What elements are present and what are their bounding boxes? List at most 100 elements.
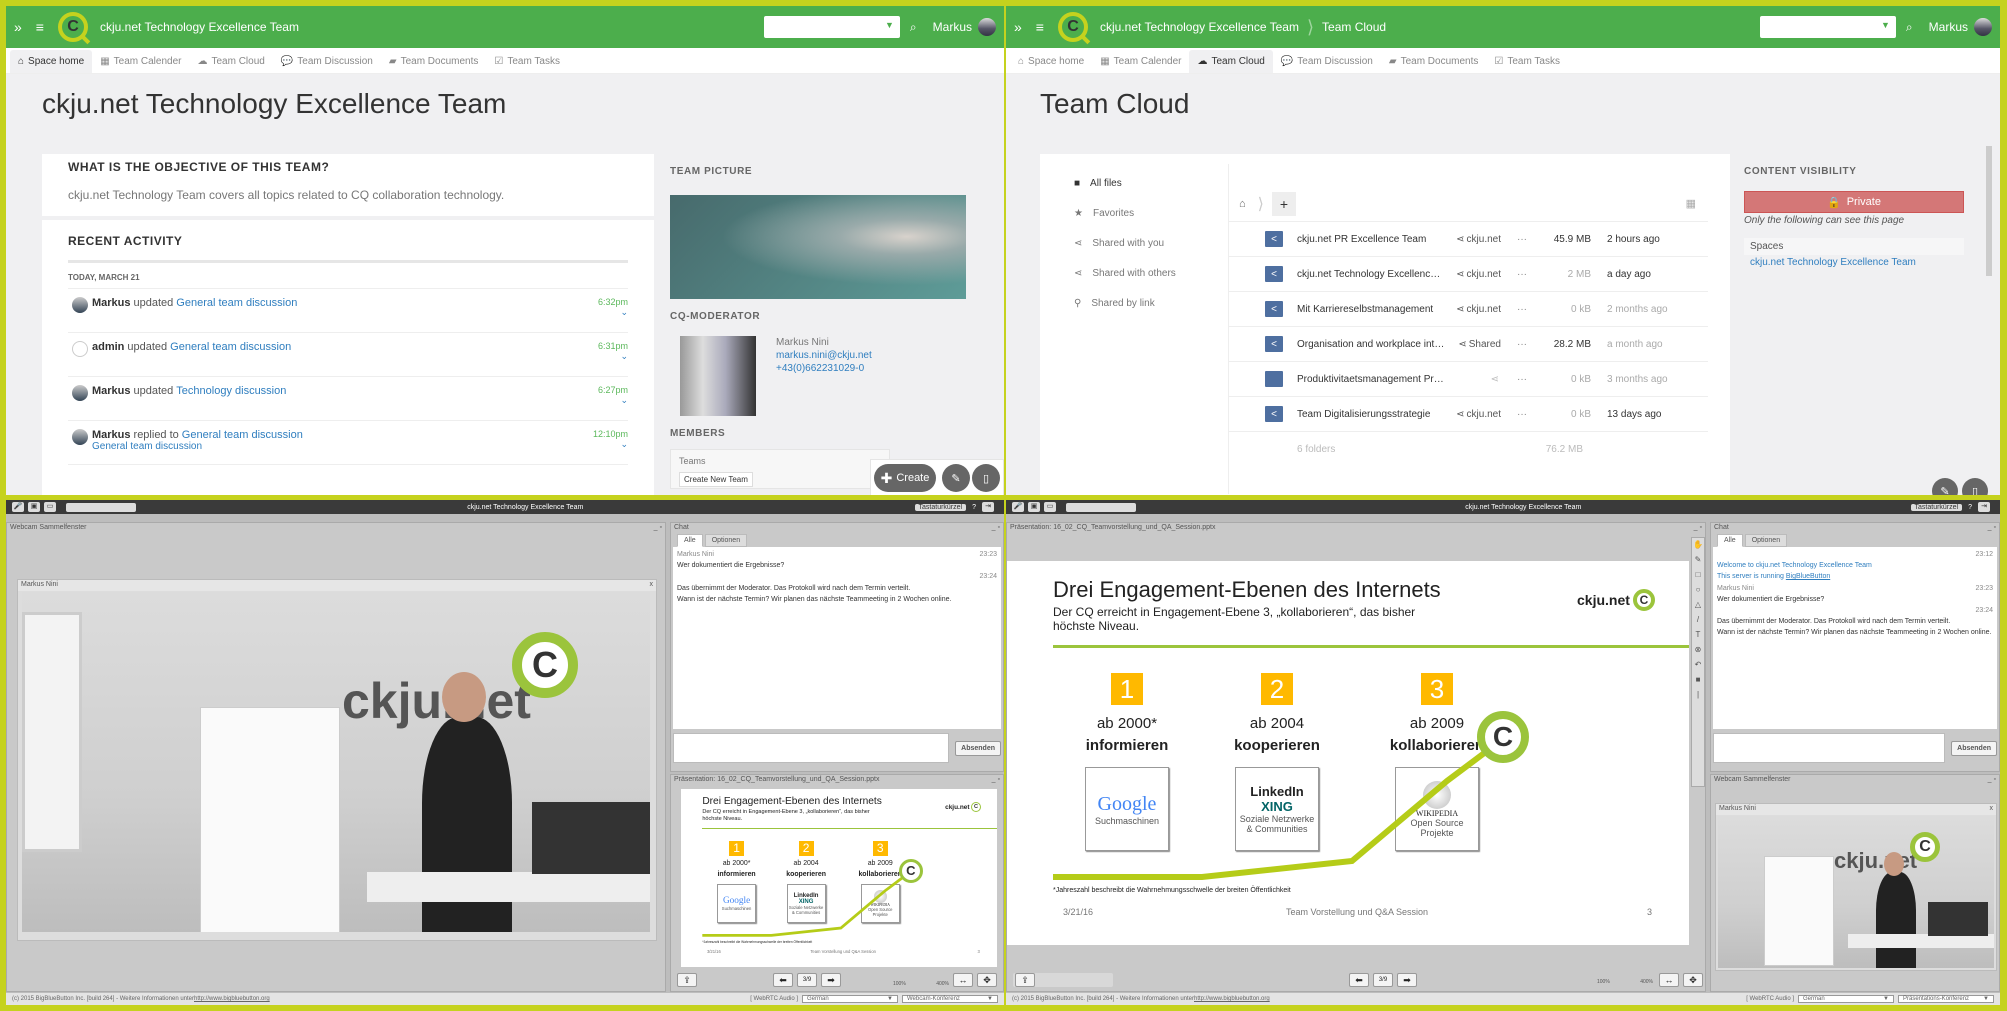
file-name[interactable]: ckju.net PR Excellence Team [1297, 234, 1445, 245]
new-page-button[interactable]: ▯ [1962, 478, 1988, 495]
more-actions-icon[interactable]: ··· [1501, 234, 1543, 245]
page-indicator[interactable]: 3/9 [797, 973, 817, 987]
share-button[interactable]: ⋖ ckju.net [1445, 234, 1501, 245]
file-row[interactable]: < ckju.net Technology Excellence Team⋖ckj… [1229, 257, 1708, 292]
shortcuts-button[interactable]: Tastaturkürzel [1910, 503, 1963, 511]
rectangle-tool-icon[interactable]: □ [1696, 570, 1701, 579]
tab-space-home[interactable]: ⌂ Space home [1010, 50, 1092, 73]
prev-slide-button[interactable]: ⬅ [1349, 973, 1369, 987]
file-row[interactable]: < Organisation and workplace interventi..… [1229, 327, 1708, 362]
logout-icon[interactable]: ⇥ [1978, 502, 1990, 512]
share-button[interactable]: ⋖ ckju.net [1445, 304, 1501, 315]
activity-user[interactable]: admin [92, 341, 124, 353]
webcam-icon[interactable]: ▣ [28, 502, 40, 512]
file-name[interactable]: Produktivitaetsmanagement Produktion [1297, 374, 1445, 385]
nav-shared-with-others[interactable]: ⋖ Shared with others [1074, 258, 1254, 288]
cq-logo[interactable]: C [1057, 12, 1088, 42]
line-tool-icon[interactable]: / [1697, 615, 1699, 624]
file-name[interactable]: Mit Karriereselbstmanagement [1297, 304, 1445, 315]
layout-select[interactable]: Präsentations-Konferenz ▼ [1898, 995, 1994, 1003]
logout-icon[interactable]: ⇥ [982, 502, 994, 512]
edit-button[interactable]: ✎ [942, 464, 970, 492]
create-button[interactable]: ✚ Create [874, 464, 936, 492]
tab-optionen[interactable]: Optionen [704, 534, 748, 547]
microphone-icon[interactable]: 🎤 [12, 502, 24, 512]
shortcuts-button[interactable]: Tastaturkürzel [914, 503, 967, 511]
expand-chevron-icon[interactable]: ⌄ [588, 351, 628, 362]
language-select[interactable]: German ▼ [802, 995, 898, 1003]
create-new-team-button[interactable]: Create New Team [679, 472, 753, 487]
tab-team-cloud[interactable]: ☁ Team Cloud [1189, 50, 1273, 73]
clear-tool-icon[interactable]: ⊗ [1695, 645, 1702, 654]
file-name[interactable]: Team Digitalisierungsstrategie [1297, 409, 1445, 420]
file-row[interactable]: < Team Digitalisierungsstrategie ⋖ ckju.net… [1229, 397, 1708, 432]
thickness-slider[interactable]: | [1697, 690, 1699, 699]
close-icon[interactable]: x [650, 581, 654, 590]
chat-input[interactable] [673, 733, 950, 763]
tab-team-tasks[interactable]: ☑ Team Tasks [1486, 50, 1568, 73]
share-button[interactable]: ⋖ [1445, 374, 1501, 385]
tab-alle[interactable]: Alle [1717, 534, 1743, 547]
activity-sub-link[interactable]: General team discussion [92, 441, 303, 452]
file-name[interactable]: Organisation and workplace interventi... [1297, 339, 1445, 350]
fit-page-button[interactable]: ✥ [1683, 973, 1703, 987]
next-slide-button[interactable]: ➡ [821, 973, 841, 987]
search-input[interactable]: ▼ [1759, 16, 1896, 38]
search-input[interactable]: ▼ [763, 16, 900, 38]
activity-target-link[interactable]: General team discussion [182, 429, 303, 441]
help-icon[interactable]: ? [972, 504, 976, 511]
chat-input[interactable] [1713, 733, 1946, 763]
cq-logo[interactable]: C [57, 12, 88, 42]
fit-width-button[interactable]: ↔ [953, 973, 973, 987]
send-button[interactable]: Absenden [1951, 740, 1997, 756]
undo-tool-icon[interactable]: ↶ [1695, 660, 1702, 669]
share-button[interactable]: ⋖ ckju.net [1445, 269, 1501, 280]
next-slide-button[interactable]: ➡ [1397, 973, 1417, 987]
edit-button[interactable]: ✎ [1932, 478, 1958, 495]
prev-slide-button[interactable]: ⬅ [773, 973, 793, 987]
tab-team-cloud[interactable]: ☁ Team Cloud [189, 50, 272, 73]
expand-chevron-icon[interactable]: ⌄ [588, 307, 628, 318]
tab-team-tasks[interactable]: ☑ Team Tasks [486, 50, 568, 73]
home-breadcrumb-icon[interactable]: ⌂ [1239, 198, 1246, 210]
hamburger-menu-icon[interactable]: ≡ [36, 19, 44, 35]
more-actions-icon[interactable]: ··· [1501, 409, 1543, 420]
activity-target-link[interactable]: General team discussion [176, 297, 297, 309]
share-button[interactable]: ⋖ ckju.net [1445, 409, 1501, 420]
search-icon[interactable]: ⌕ [1906, 20, 1913, 35]
desktop-share-icon[interactable]: ▭ [1044, 502, 1056, 512]
space-link[interactable]: ckju.net Technology Excellence Team [1744, 255, 1964, 270]
ellipse-tool-icon[interactable]: ○ [1696, 585, 1701, 594]
scrollbar[interactable] [1986, 146, 1992, 276]
file-row[interactable]: < Mit Karriereselbstmanagement ⋖ ckju.net ··… [1229, 292, 1708, 327]
activity-user[interactable]: Markus [92, 385, 131, 397]
pencil-tool-icon[interactable]: ✎ [1695, 555, 1702, 564]
more-actions-icon[interactable]: ··· [1501, 339, 1543, 350]
help-icon[interactable]: ? [1968, 504, 1972, 511]
space-title[interactable]: ckju.net Technology Excellence Team [100, 20, 299, 34]
triangle-tool-icon[interactable]: △ [1695, 600, 1701, 609]
bbb-chat-link[interactable]: BigBlueButton [1786, 573, 1830, 580]
language-select[interactable]: German ▼ [1798, 995, 1894, 1003]
close-icon[interactable]: x [1990, 805, 1994, 814]
zoom-slider[interactable]: 100% 400% [893, 981, 949, 987]
tab-team-discussion[interactable]: 💬 Team Discussion [273, 50, 381, 73]
fit-width-button[interactable]: ↔ [1659, 973, 1679, 987]
new-page-button[interactable]: ▯ [972, 464, 1000, 492]
text-tool-icon[interactable]: T [1696, 630, 1701, 639]
more-actions-icon[interactable]: ··· [1501, 269, 1543, 280]
upload-button[interactable]: ⇪ [675, 973, 699, 987]
window-controls[interactable]: _ ▫ [654, 524, 662, 533]
moderator-phone-link[interactable]: +43(0)662231029-0 [776, 362, 872, 375]
tab-team-documents[interactable]: ▰ Team Documents [381, 50, 487, 73]
upload-button[interactable]: ⇪ [1013, 973, 1113, 987]
tab-optionen[interactable]: Optionen [1744, 534, 1788, 547]
hamburger-menu-icon[interactable]: ≡ [1036, 19, 1044, 35]
file-row[interactable]: Produktivitaetsmanagement Produktion ⋖···… [1229, 362, 1708, 397]
tab-team-documents[interactable]: ▰ Team Documents [1381, 50, 1487, 73]
nav-favorites[interactable]: ★ Favorites [1074, 198, 1254, 228]
breadcrumb-current[interactable]: Team Cloud [1322, 20, 1386, 34]
window-controls[interactable]: _ ▫ [992, 524, 1000, 533]
user-menu[interactable]: Markus [1929, 18, 1992, 36]
grid-view-icon[interactable]: ▦ [1686, 197, 1696, 210]
